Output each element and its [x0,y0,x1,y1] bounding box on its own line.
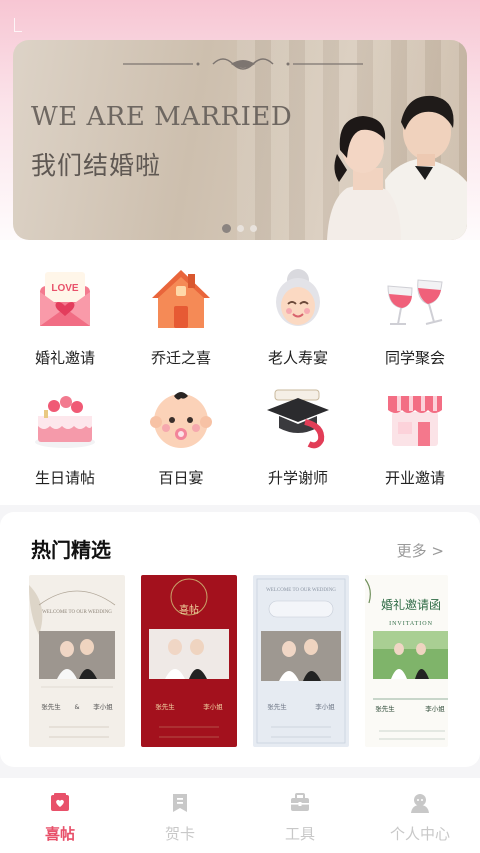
category-grid: LOVE 婚礼邀请 乔迁之喜 老人寿宴 同学聚会 生日请帖 百日宴 升学谢师 开… [0,240,480,505]
status-bar-mark [14,18,22,32]
category-label: 升学谢师 [267,469,328,487]
house-icon [152,270,210,328]
more-link[interactable]: 更多 > [397,540,444,561]
tab-label: 个人中心 [389,825,450,843]
svg-text:WELCOME TO OUR WEDDING: WELCOME TO OUR WEDDING [42,610,112,615]
category-label: 乔迁之喜 [150,349,211,367]
category-label: 生日请帖 [34,469,95,487]
category-label: 老人寿宴 [267,349,328,367]
card-artwork: 喜帖 张先生 李小姐 [141,575,237,747]
tab-greeting-cards[interactable]: 贺卡 [125,792,235,844]
svg-text:婚礼邀请函: 婚礼邀请函 [381,597,441,612]
banner-carousel[interactable]: WE ARE MARRIED 我们结婚啦 [13,40,467,240]
svg-text:张先生: 张先生 [155,702,175,711]
svg-text:李小姐: 李小姐 [93,702,113,711]
user-icon [411,794,429,813]
svg-text:张先生: 张先生 [375,704,395,713]
category-label: 同学聚会 [384,349,445,367]
category-housewarming[interactable]: 乔迁之喜 [131,266,231,368]
tab-label: 贺卡 [164,825,195,843]
tab-label: 喜帖 [44,825,75,843]
svg-text:&: & [74,703,79,711]
category-store-opening[interactable]: 开业邀请 [365,386,465,488]
svg-text:LOVE: LOVE [51,283,79,294]
svg-text:WELCOME TO OUR WEDDING: WELCOME TO OUR WEDDING [266,588,336,593]
pagination-dot[interactable] [237,225,244,232]
tab-label: 工具 [284,825,315,843]
grandma-icon [276,269,320,326]
svg-text:张先生: 张先生 [41,702,61,711]
category-baby-100-days[interactable]: 百日宴 [131,386,231,488]
tab-tools[interactable]: 工具 [245,792,355,844]
category-graduation-thanks[interactable]: 升学谢师 [248,386,348,488]
pagination-dot[interactable] [250,225,257,232]
template-card-green[interactable]: 婚礼邀请函 INVITATION 张先生 李小姐 [365,575,448,747]
section-title: 热门精选 [31,538,111,562]
couple-photo [327,95,467,240]
category-label: 百日宴 [158,469,204,487]
baby-icon [150,392,212,448]
love-envelope-icon: LOVE [40,272,90,326]
card-artwork: WELCOME TO OUR WEDDING 张先生 李小姐 [253,575,349,747]
hot-picks-section: 热门精选 更多 > WELCOME TO OUR WEDDING 张先生 & 李… [0,512,480,767]
category-label: 开业邀请 [384,469,445,487]
card-artwork: 婚礼邀请函 INVITATION 张先生 李小姐 [365,575,448,747]
toolbox-icon [291,793,309,811]
template-card-cream[interactable]: WELCOME TO OUR WEDDING 张先生 & 李小姐 [29,575,125,747]
graduation-cap-icon [267,389,329,449]
category-label: 婚礼邀请 [34,349,95,367]
svg-text:李小姐: 李小姐 [203,702,223,711]
card-icon [173,794,187,812]
banner-headline-en: WE ARE MARRIED [31,102,293,132]
tab-invitations[interactable]: 喜帖 [5,792,115,844]
storefront-icon [388,396,442,446]
svg-text:李小姐: 李小姐 [425,704,445,713]
category-wedding[interactable]: LOVE 婚礼邀请 [15,266,115,368]
svg-text:李小姐: 李小姐 [315,702,335,711]
svg-text:喜帖: 喜帖 [179,603,199,616]
svg-text:INVITATION: INVITATION [389,621,433,627]
birthday-cake-icon [35,396,95,448]
svg-text:张先生: 张先生 [267,702,287,711]
banner-headline-zh: 我们结婚啦 [31,151,162,180]
template-card-red[interactable]: 喜帖 张先生 李小姐 [141,575,237,747]
invitation-icon [51,793,69,811]
category-longevity-banquet[interactable]: 老人寿宴 [248,266,348,368]
tab-profile[interactable]: 个人中心 [365,792,475,844]
wine-glasses-icon [387,279,443,325]
banner-pagination [222,224,257,233]
card-artwork: WELCOME TO OUR WEDDING 张先生 & 李小姐 [29,575,125,747]
bottom-tab-bar: 喜帖 贺卡 工具 个人中心 [0,778,480,853]
template-card-light-blue[interactable]: WELCOME TO OUR WEDDING 张先生 李小姐 [253,575,349,747]
category-birthday[interactable]: 生日请帖 [15,386,115,488]
pagination-dot-active[interactable] [222,224,231,233]
category-class-reunion[interactable]: 同学聚会 [365,266,465,368]
